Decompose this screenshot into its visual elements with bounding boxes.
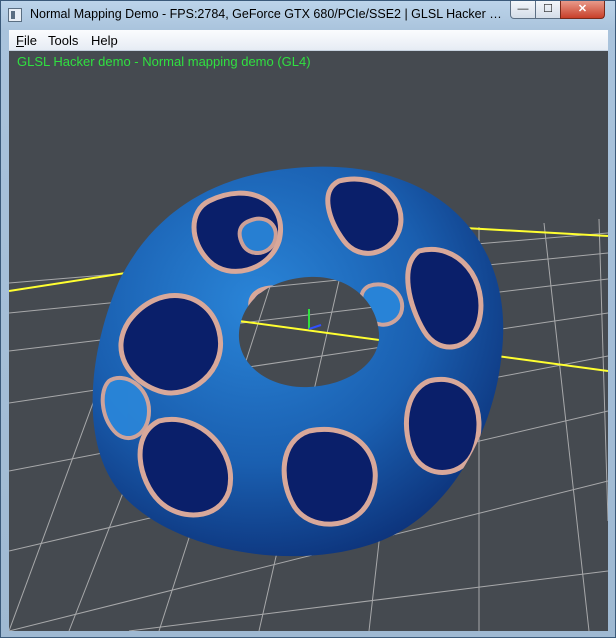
render-viewport[interactable]: GLSL Hacker demo - Normal mapping demo (…	[9, 51, 608, 631]
origin-gizmo	[308, 309, 322, 330]
torus-model	[92, 166, 504, 557]
menu-bar: File Tools Help	[9, 30, 608, 51]
maximize-button[interactable]: ☐	[535, 1, 561, 19]
window-title: Normal Mapping Demo - FPS:2784, GeForce …	[30, 7, 502, 21]
app-icon[interactable]	[8, 8, 22, 22]
menu-file[interactable]: File	[16, 33, 37, 48]
menu-help[interactable]: Help	[91, 33, 118, 48]
title-bar[interactable]: Normal Mapping Demo - FPS:2784, GeForce …	[1, 1, 615, 29]
app-window: Normal Mapping Demo - FPS:2784, GeForce …	[0, 0, 616, 638]
close-button[interactable]: ✕	[560, 1, 605, 19]
scene-canvas	[9, 166, 608, 631]
menu-tools[interactable]: Tools	[48, 33, 78, 48]
demo-title: GLSL Hacker demo - Normal mapping demo (…	[17, 54, 311, 69]
minimize-button[interactable]: —	[510, 1, 536, 19]
